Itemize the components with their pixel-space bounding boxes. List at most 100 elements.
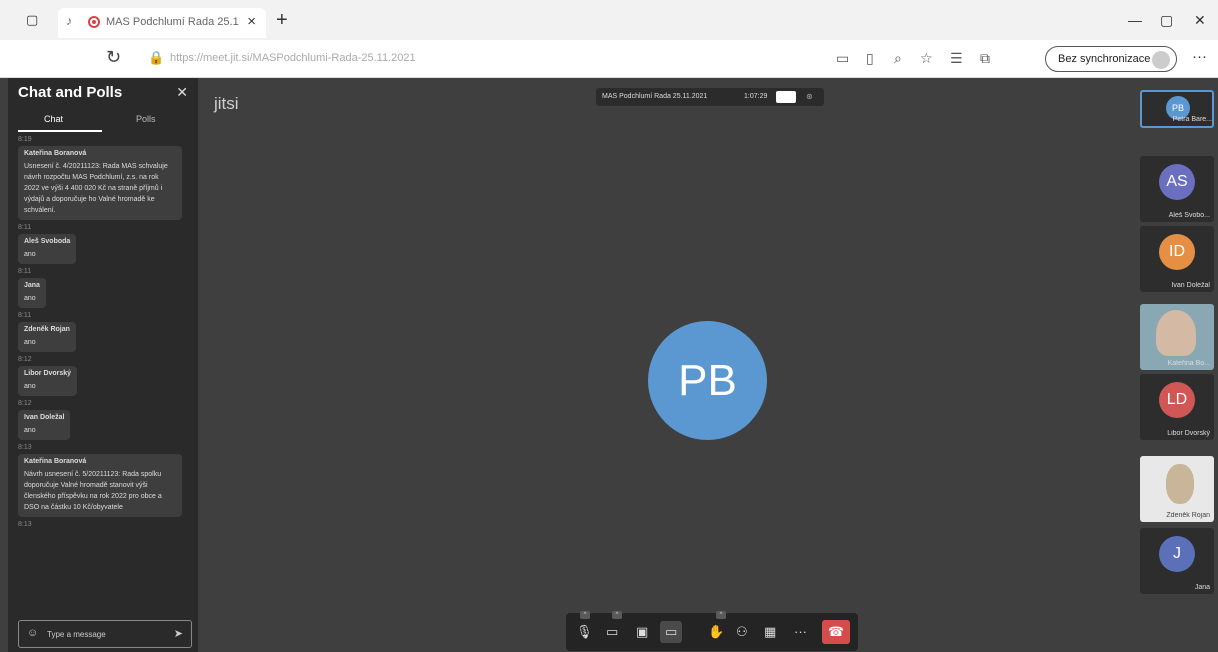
meeting-timer: 1:07:29 [744, 93, 768, 100]
message-timestamp: 8:11 [18, 224, 32, 231]
chat-message: Ivan Doležal ano [18, 410, 71, 440]
participant-name: Libor Dvorský [1167, 430, 1210, 437]
participant-tile[interactable]: Kateřina Bo... [1140, 304, 1214, 370]
message-text: ano [24, 427, 36, 434]
reactions-options-icon[interactable]: ^ [716, 611, 726, 619]
participant-name: Kateřina Bo... [1167, 360, 1210, 367]
dominant-speaker-avatar: PB [648, 321, 767, 440]
zoom-icon[interactable]: ⌕ [894, 50, 902, 67]
browser-tab-bar: ▢ ♪ MAS Podchlumí Rada 25.1 × + — ▢ ✕ [0, 0, 1218, 40]
participant-tile[interactable]: ID Ivan Doležal [1140, 226, 1214, 292]
message-text: ano [24, 295, 36, 302]
window-close-icon[interactable]: ✕ [1194, 12, 1206, 29]
tab-polls[interactable]: Polls [136, 114, 156, 124]
participant-tile[interactable]: J Jana [1140, 528, 1214, 594]
participant-name: Ivan Doležal [1171, 282, 1210, 289]
message-placeholder: Type a message [47, 630, 106, 639]
address-bar: ↻ 🔒 https://meet.jit.si/MASPodchlumi-Rad… [0, 40, 1218, 78]
message-text: Návrh usnesení č. 5/20211123: Rada spolk… [24, 471, 162, 511]
participant-avatar: AS [1159, 164, 1195, 200]
emoji-icon[interactable]: ☺ [27, 627, 38, 639]
participant-name: Zdeněk Rojan [1166, 512, 1210, 519]
chat-panel: Chat and Polls ✕ Chat Polls 8:19 Kateřin… [8, 78, 198, 652]
tab-title: MAS Podchlumí Rada 25.1 [106, 16, 239, 28]
participant-tile[interactable]: LD Libor Dvorský [1140, 374, 1214, 440]
minimize-icon[interactable]: — [1128, 12, 1142, 28]
camera-options-icon[interactable]: ^ [612, 611, 622, 619]
message-timestamp: 8:11 [18, 268, 32, 275]
mic-options-icon[interactable]: ^ [580, 611, 590, 619]
sync-button[interactable]: Bez synchronizace [1045, 46, 1177, 72]
maximize-icon[interactable]: ▢ [1160, 12, 1173, 29]
message-sender: Aleš Svoboda [24, 238, 71, 245]
read-mode-icon[interactable]: ▯ [866, 50, 874, 67]
more-icon[interactable]: ··· [1192, 48, 1207, 65]
toolbar: ^ 🎙 ^ ▭ ▣ ▭ ^ ✋ ⚇ ▦ ··· ☎ [566, 611, 858, 651]
participant-avatar: ID [1159, 234, 1195, 270]
message-timestamp: 8:13 [18, 444, 32, 451]
message-text: ano [24, 251, 36, 258]
chat-close-icon[interactable]: ✕ [176, 84, 188, 101]
participant-avatar: LD [1159, 382, 1195, 418]
jitsi-logo: jitsi [214, 94, 239, 113]
chat-message: Libor Dvorský ano [18, 366, 78, 396]
chat-message: Aleš Svoboda ano [18, 234, 77, 264]
close-icon[interactable]: × [247, 13, 256, 30]
filmstrip: PB Petra Bare... AS Aleš Svobo... ID Iva… [1140, 78, 1218, 652]
sync-label: Bez synchronizace [1058, 53, 1151, 65]
chat-message: Jana ano [18, 278, 46, 308]
message-timestamp: 8:12 [18, 356, 32, 363]
favorites-list-icon[interactable]: ☰ [950, 50, 963, 67]
camera-icon[interactable]: ▭ [836, 50, 849, 67]
chat-icon[interactable]: ▭ [660, 621, 683, 643]
message-timestamp: 8:19 [18, 136, 32, 143]
hangup-icon[interactable]: ☎ [822, 620, 850, 644]
url-field[interactable]: https://meet.jit.si/MASPodchlumi-Rada-25… [170, 52, 416, 64]
invite-icon[interactable]: ⚇ [736, 624, 748, 640]
participant-avatar: J [1159, 536, 1195, 572]
message-sender: Kateřina Boranová [24, 458, 87, 465]
message-text: ano [24, 383, 36, 390]
participant-tile[interactable]: Zdeněk Rojan [1140, 456, 1214, 522]
camera-muted-icon[interactable]: ▭ [606, 624, 618, 640]
message-input[interactable]: ☺ Type a message ➤ [18, 620, 192, 648]
message-sender: Zdeněk Rojan [24, 326, 70, 333]
tile-view-icon[interactable]: ▦ [764, 624, 776, 640]
participant-name: Petra Bare... [1172, 116, 1212, 123]
message-timestamp: 8:12 [18, 400, 32, 407]
active-tab-indicator [18, 130, 102, 132]
participant-tile[interactable]: PB Petra Bare... [1140, 90, 1214, 128]
participant-tile[interactable]: AS Aleš Svobo... [1140, 156, 1214, 222]
e2ee-icon: ⊛ [806, 92, 813, 101]
favorite-icon[interactable]: ☆ [920, 50, 933, 67]
message-list[interactable]: 8:19 Kateřina Boranová Usnesení č. 4/202… [8, 134, 198, 604]
participant-name: Jana [1194, 584, 1210, 591]
message-sender: Kateřina Boranová [24, 150, 87, 157]
more-actions-icon[interactable]: ··· [794, 624, 807, 639]
participant-video [1156, 310, 1196, 356]
message-sender: Libor Dvorský [24, 370, 72, 377]
browser-tab[interactable]: ♪ MAS Podchlumí Rada 25.1 × [58, 8, 266, 38]
chat-message: Kateřina Boranová Usnesení č. 4/20211123… [18, 146, 182, 220]
speaker-icon[interactable]: ♪ [66, 14, 72, 28]
microphone-muted-icon[interactable]: 🎙 [576, 624, 593, 640]
profile-avatar [1152, 51, 1170, 69]
meeting-area: Chat and Polls ✕ Chat Polls 8:19 Kateřin… [0, 78, 1218, 652]
tab-actions-icon[interactable]: ▢ [26, 12, 38, 28]
tab-chat[interactable]: Chat [44, 114, 63, 124]
send-icon[interactable]: ➤ [174, 627, 183, 640]
chat-message: Kateřina Boranová Návrh usnesení č. 5/20… [18, 454, 182, 517]
message-sender: Ivan Doležal [24, 414, 65, 421]
lock-icon[interactable]: 🔒 [148, 50, 164, 66]
share-screen-icon[interactable]: ▣ [636, 624, 648, 640]
collections-icon[interactable]: ⧉ [980, 50, 990, 67]
chat-message: Zdeněk Rojan ano [18, 322, 76, 352]
message-timestamp: 8:13 [18, 521, 32, 528]
chat-title: Chat and Polls [18, 84, 123, 101]
reload-icon[interactable]: ↻ [106, 47, 121, 68]
raise-hand-icon[interactable]: ✋ [708, 624, 724, 640]
new-tab-icon[interactable]: + [276, 9, 288, 32]
subject-text: MAS Podchlumí Rada 25.11.2021 [602, 93, 708, 100]
message-timestamp: 8:11 [18, 312, 32, 319]
recording-icon [88, 16, 100, 28]
